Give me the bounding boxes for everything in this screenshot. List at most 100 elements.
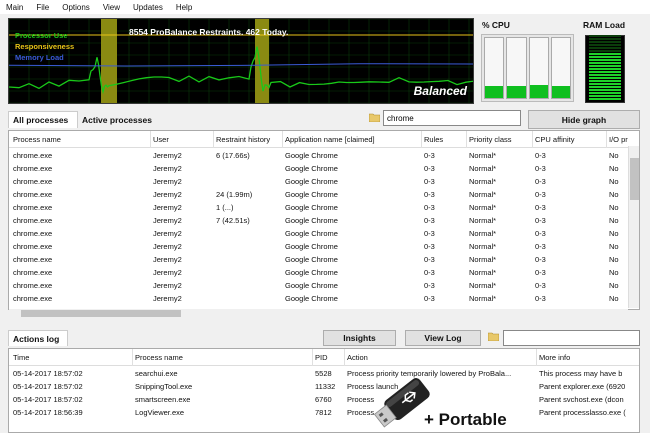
cell: Google Chrome [285,216,338,225]
cell: Jeremy2 [153,216,182,225]
cell: Normal* [469,177,497,186]
cell: Normal* [469,229,497,238]
log-filter-input[interactable] [503,330,640,346]
cell: 0-3 [424,190,435,199]
cell: 0-3 [535,242,546,251]
log-row[interactable]: 05-14-2017 18:57:02 smartscreen.exe 6760 Pr… [9,393,639,406]
table-row[interactable]: chrome.exe Jeremy2 Google Chrome 0-3 Normal*… [9,227,639,240]
table-row[interactable]: chrome.exe Jeremy2 6 (17.66s) Google Chrome… [9,149,639,162]
cell: chrome.exe [13,268,53,277]
column-header[interactable]: Process name [11,131,151,148]
process-table: Process name User Restraint history Applica… [8,130,640,310]
tab-actions-log[interactable]: Actions log [8,330,68,346]
cell: 0-3 [424,242,435,251]
menu-item-file[interactable]: File [36,3,49,12]
cell: No [609,294,619,303]
cell: chrome.exe [13,203,53,212]
cell: chrome.exe [13,190,53,199]
cell: Normal* [469,164,497,173]
cell: Google Chrome [285,294,338,303]
view-log-button[interactable]: View Log [405,330,481,346]
table-row[interactable]: chrome.exe Jeremy2 24 (1.99m) Google Chrome… [9,188,639,201]
column-header[interactable]: CPU affinity [533,131,607,148]
menu-item-updates[interactable]: Updates [133,3,163,12]
log-filter-folder-icon[interactable] [488,331,499,341]
cell: Process [347,395,375,404]
cell: Jeremy2 [153,229,182,238]
cell: 0-3 [424,216,435,225]
tab-all-processes[interactable]: All processes [8,111,78,128]
cell: No [609,255,619,264]
cell: Normal* [469,151,497,160]
cell: 1 (...) [216,203,234,212]
tab-active-processes[interactable]: Active processes [78,111,162,128]
log-table-header: Time Process name PID Action More info [9,349,639,366]
cell: 0-3 [535,203,546,212]
cell: Parent svchost.exe (dcon [539,395,624,404]
cell: searchui.exe [135,369,178,378]
cell: chrome.exe [13,164,53,173]
cell: chrome.exe [13,151,53,160]
cell: No [609,151,619,160]
table-row[interactable]: chrome.exe Jeremy2 7 (42.51s) Google Chrome… [9,214,639,227]
ram-title: RAM Load [583,20,626,30]
cell: Google Chrome [285,190,338,199]
column-header[interactable]: Restraint history [214,131,283,148]
process-vertical-scrollbar[interactable] [628,146,639,308]
table-row[interactable]: chrome.exe Jeremy2 Google Chrome 0-3 Normal*… [9,240,639,253]
menu-item-help[interactable]: Help [176,3,192,12]
cell: This process may have b [539,369,623,378]
restraint-summary: 8554 ProBalance Restraints. 462 Today. [129,27,289,37]
menu-item-options[interactable]: Options [62,3,90,12]
table-row[interactable]: chrome.exe Jeremy2 Google Chrome 0-3 Normal*… [9,253,639,266]
process-filter-input[interactable] [383,110,521,126]
column-header[interactable]: Application name [claimed] [283,131,422,148]
cell: Google Chrome [285,281,338,290]
column-header[interactable]: Action [345,349,537,366]
cell: 0-3 [424,203,435,212]
cell: Jeremy2 [153,255,182,264]
cell: 0-3 [424,268,435,277]
cell: chrome.exe [13,216,53,225]
insights-button[interactable]: Insights [323,330,396,346]
cell: 0-3 [535,255,546,264]
memory-load-line [9,63,473,67]
cell: Normal* [469,242,497,251]
log-row[interactable]: 05-14-2017 18:57:02 searchui.exe 5528 Proce… [9,367,639,380]
process-horizontal-scrollbar[interactable] [9,309,628,318]
cell: 0-3 [424,229,435,238]
table-row[interactable]: chrome.exe Jeremy2 Google Chrome 0-3 Normal*… [9,279,639,292]
cell: 0-3 [424,255,435,264]
cell: Jeremy2 [153,281,182,290]
column-header[interactable]: I/O pr [607,131,639,148]
column-header[interactable]: Priority class [467,131,533,148]
cell: LogViewer.exe [135,408,185,417]
menu-item-view[interactable]: View [103,3,120,12]
cell: 05-14-2017 18:57:02 [13,395,83,404]
column-header[interactable]: Time [11,349,133,366]
column-header[interactable]: Rules [422,131,467,148]
legend-processor-use: Processor Use [15,31,68,40]
menu-item-main[interactable]: Main [6,3,23,12]
table-row[interactable]: chrome.exe Jeremy2 Google Chrome 0-3 Normal*… [9,292,639,305]
column-header[interactable]: Process name [133,349,313,366]
hide-graph-button[interactable]: Hide graph [528,110,640,129]
table-row[interactable]: chrome.exe Jeremy2 1 (...) Google Chrome 0-3… [9,201,639,214]
cell: Normal* [469,294,497,303]
filter-folder-icon[interactable] [369,112,380,122]
cell: Process [347,408,375,417]
cell: 7 (42.51s) [216,216,250,225]
cell: Google Chrome [285,151,338,160]
cell: 0-3 [535,268,546,277]
table-row[interactable]: chrome.exe Jeremy2 Google Chrome 0-3 Normal*… [9,175,639,188]
table-row[interactable]: chrome.exe Jeremy2 Google Chrome 0-3 Normal*… [9,162,639,175]
cell: No [609,242,619,251]
column-header[interactable]: More info [537,349,639,366]
log-row[interactable]: 05-14-2017 18:57:02 SnippingTool.exe 11332… [9,380,639,393]
legend-responsiveness: Responsiveness [15,42,75,51]
cell: Normal* [469,255,497,264]
table-row[interactable]: chrome.exe Jeremy2 Google Chrome 0-3 Normal*… [9,266,639,279]
column-header[interactable]: User [151,131,214,148]
log-row[interactable]: 05-14-2017 18:56:39 LogViewer.exe 7812 Proc… [9,406,639,419]
column-header[interactable]: PID [313,349,345,366]
